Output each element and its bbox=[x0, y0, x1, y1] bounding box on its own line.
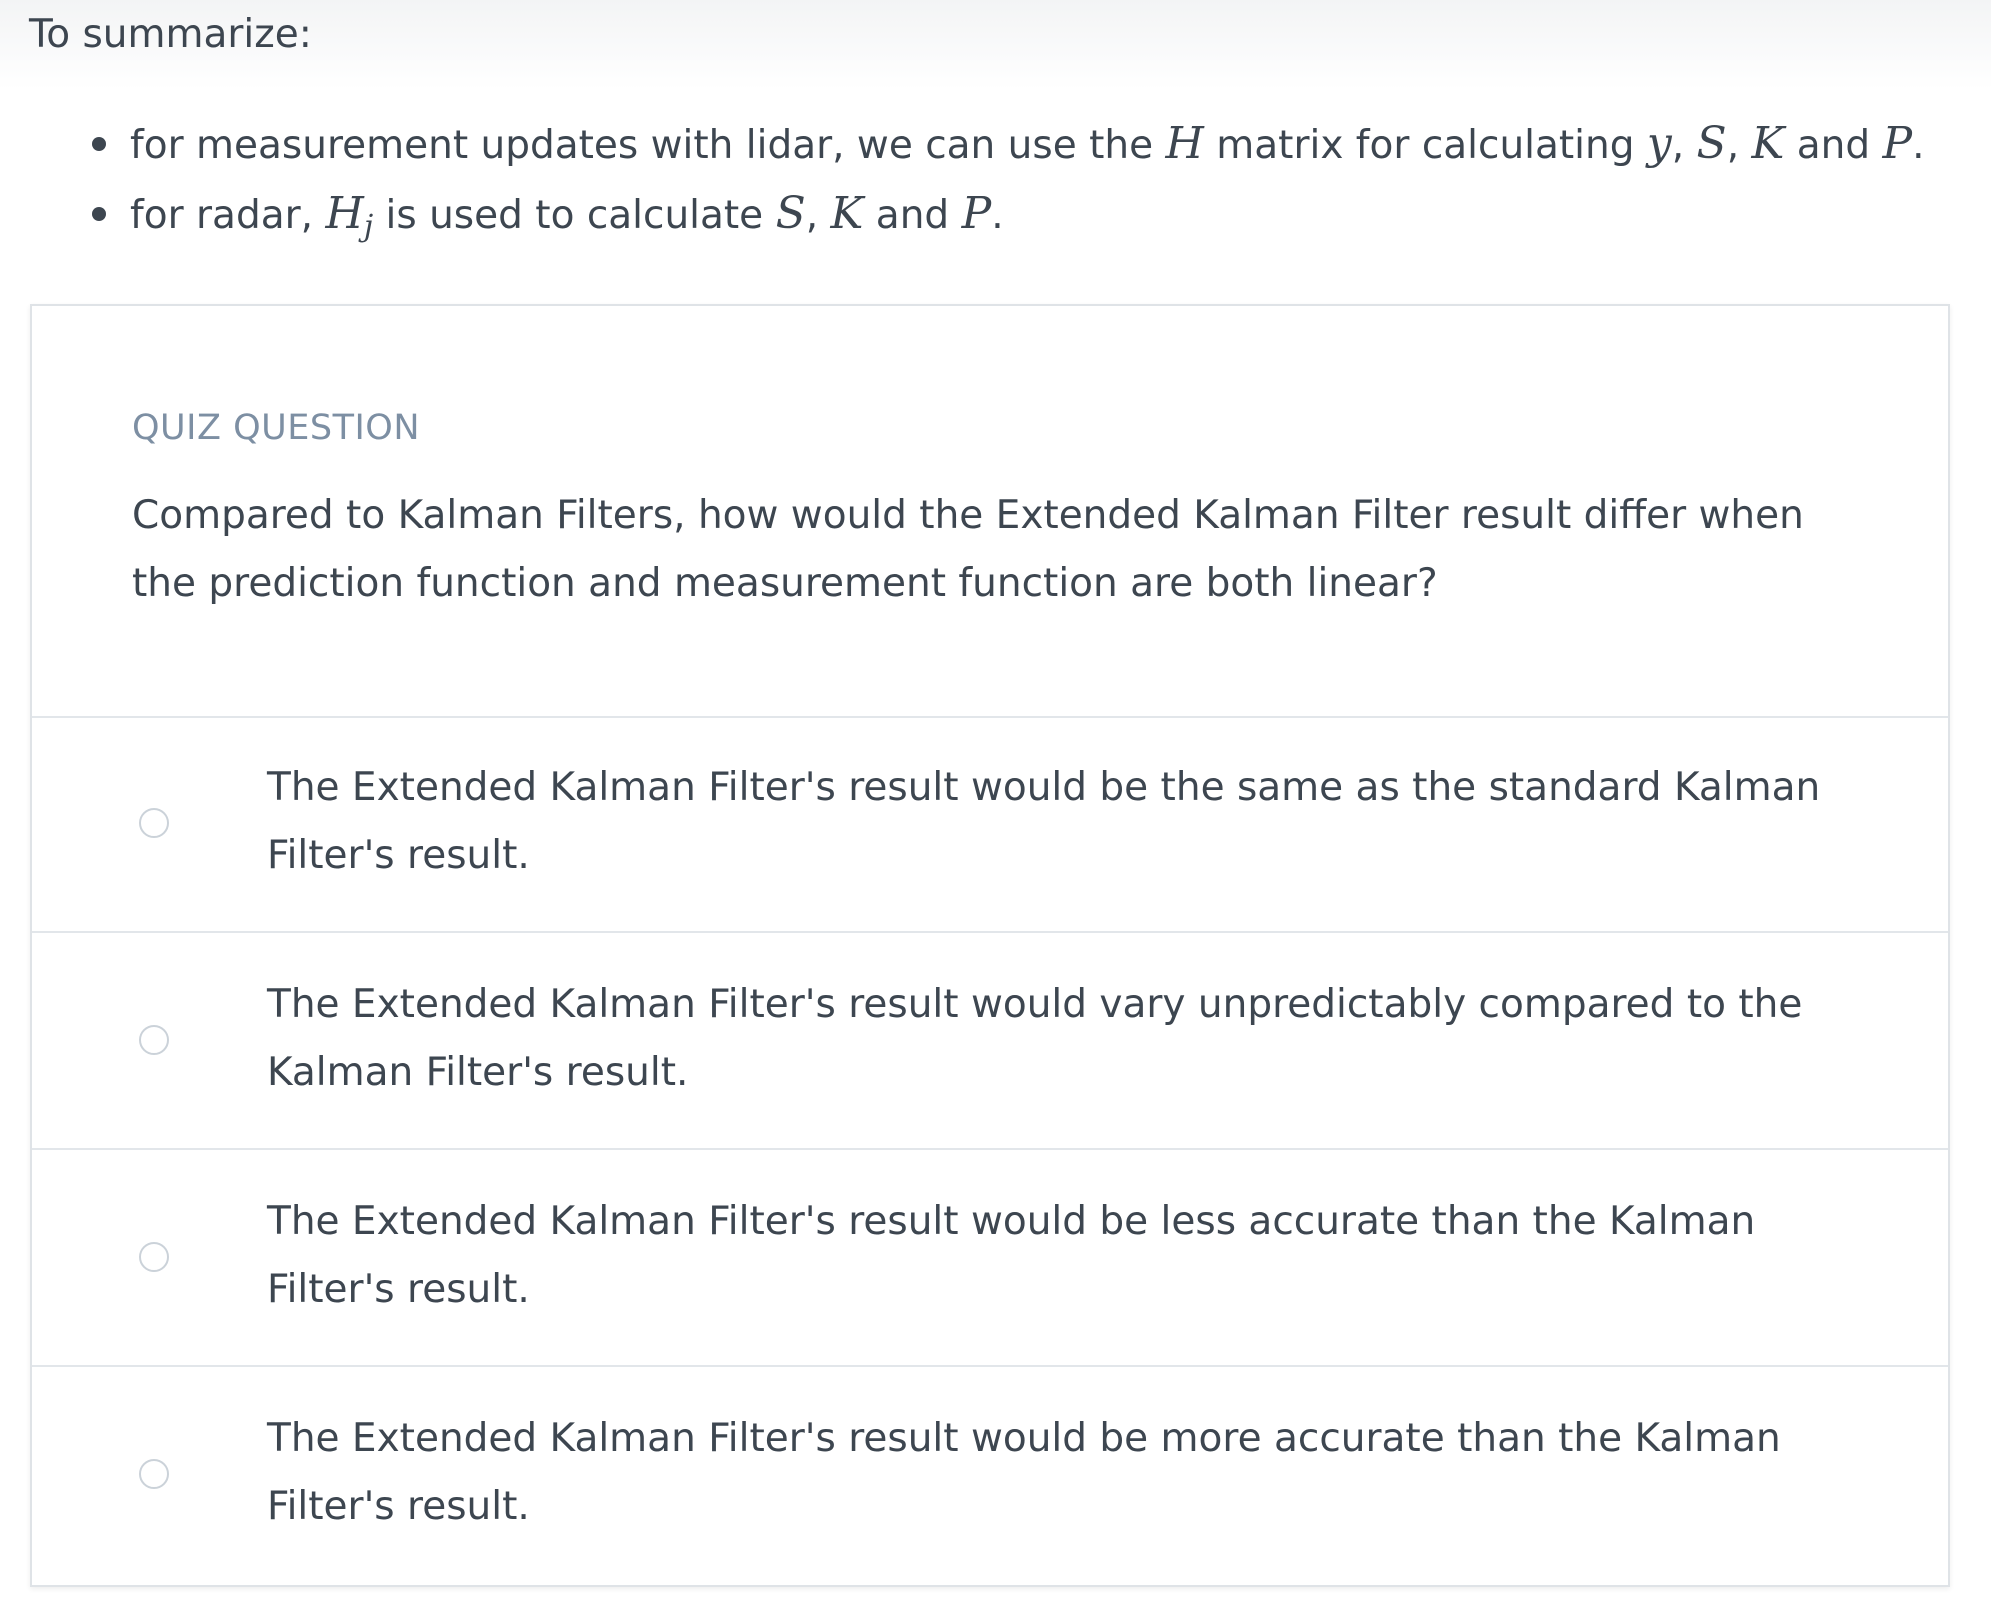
summary-list: for measurement updates with lidar, we c… bbox=[0, 110, 1925, 250]
radio-button-icon[interactable] bbox=[139, 1025, 169, 1055]
summary-text: for measurement updates with lidar, we c… bbox=[130, 123, 1166, 168]
math-s: S bbox=[775, 188, 806, 239]
bullet-icon bbox=[92, 207, 106, 221]
summary-text: matrix for calculating bbox=[1203, 123, 1647, 168]
quiz-option-text[interactable]: The Extended Kalman Filter's result woul… bbox=[267, 971, 1867, 1107]
math-k: K bbox=[1751, 118, 1785, 169]
quiz-option-3[interactable]: The Extended Kalman Filter's result woul… bbox=[32, 1150, 1948, 1367]
summary-text: . bbox=[991, 193, 1004, 238]
quiz-option-text[interactable]: The Extended Kalman Filter's result woul… bbox=[267, 754, 1867, 890]
quiz-option-text[interactable]: The Extended Kalman Filter's result woul… bbox=[267, 1405, 1867, 1541]
math-y: y bbox=[1646, 118, 1672, 169]
summary-text: , bbox=[1671, 123, 1697, 168]
quiz-option-1[interactable]: The Extended Kalman Filter's result woul… bbox=[32, 716, 1948, 933]
math-s: S bbox=[1696, 118, 1727, 169]
quiz-option-2[interactable]: The Extended Kalman Filter's result woul… bbox=[32, 933, 1948, 1150]
summary-text: , bbox=[1726, 123, 1752, 168]
summary-text: . bbox=[1912, 123, 1925, 168]
summary-text: , bbox=[805, 193, 831, 238]
math-p: P bbox=[961, 188, 992, 239]
radio-button-icon[interactable] bbox=[139, 1459, 169, 1489]
summary-text: and bbox=[1784, 123, 1883, 168]
quiz-options: The Extended Kalman Filter's result woul… bbox=[32, 716, 1948, 1584]
math-k: K bbox=[830, 188, 864, 239]
summary-item-lidar: for measurement updates with lidar, we c… bbox=[0, 110, 1925, 180]
radio-button-icon[interactable] bbox=[139, 808, 169, 838]
math-h: H bbox=[1165, 118, 1204, 169]
summary-text: and bbox=[863, 193, 962, 238]
quiz-option-text[interactable]: The Extended Kalman Filter's result woul… bbox=[267, 1188, 1867, 1324]
quiz-option-4[interactable]: The Extended Kalman Filter's result woul… bbox=[32, 1367, 1948, 1584]
math-h: H bbox=[325, 188, 364, 239]
radio-button-icon[interactable] bbox=[139, 1242, 169, 1272]
summary-title: To summarize: bbox=[29, 12, 312, 57]
math-hj: Hj bbox=[325, 188, 373, 242]
math-p: P bbox=[1882, 118, 1913, 169]
summary-item-radar: for radar, Hj is used to calculate S, K … bbox=[0, 180, 1925, 250]
bullet-icon bbox=[92, 137, 106, 151]
quiz-header: QUIZ QUESTION Compared to Kalman Filters… bbox=[32, 306, 1948, 718]
math-subscript-j: j bbox=[363, 209, 374, 244]
quiz-question: Compared to Kalman Filters, how would th… bbox=[132, 493, 1804, 606]
summary-text: for radar, bbox=[130, 193, 326, 238]
summary-text: is used to calculate bbox=[373, 193, 776, 238]
quiz-card: QUIZ QUESTION Compared to Kalman Filters… bbox=[30, 304, 1950, 1587]
quiz-label: QUIZ QUESTION bbox=[132, 408, 421, 448]
